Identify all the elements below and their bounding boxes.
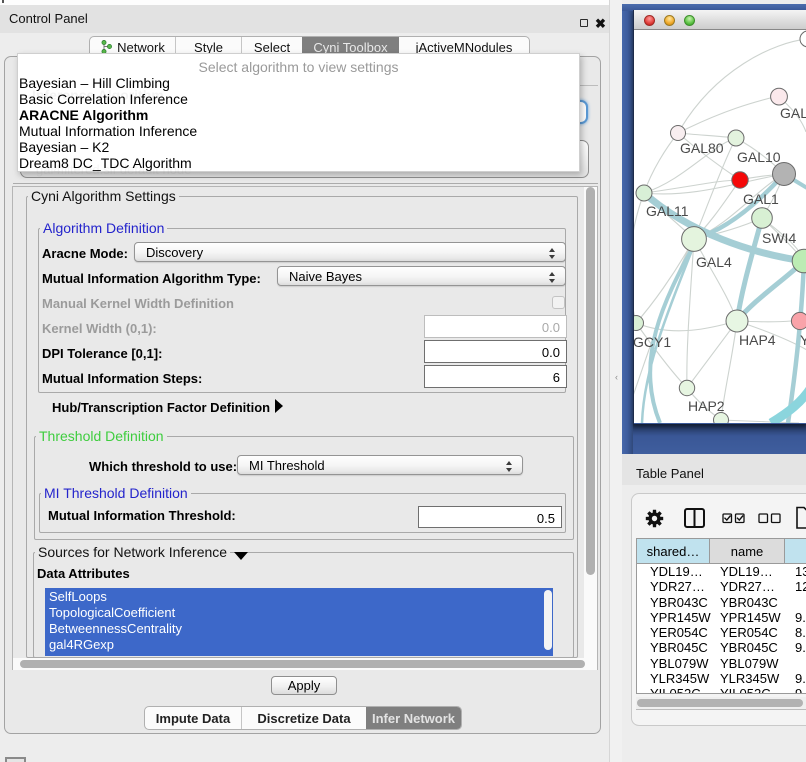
svg-text:GAL80: GAL80: [680, 140, 724, 156]
svg-text:Y: Y: [800, 332, 806, 348]
svg-text:GAL10: GAL10: [737, 149, 781, 165]
svg-text:GAL4: GAL4: [696, 254, 732, 270]
svg-text:GAL1: GAL1: [743, 191, 779, 207]
svg-text:GCY1: GCY1: [634, 334, 671, 350]
svg-text:SWI4: SWI4: [762, 230, 796, 246]
svg-text:HAP4: HAP4: [739, 332, 776, 348]
svg-text:GAL: GAL: [780, 105, 806, 121]
svg-text:HAP2: HAP2: [688, 398, 725, 414]
svg-text:GAL11: GAL11: [646, 203, 689, 219]
